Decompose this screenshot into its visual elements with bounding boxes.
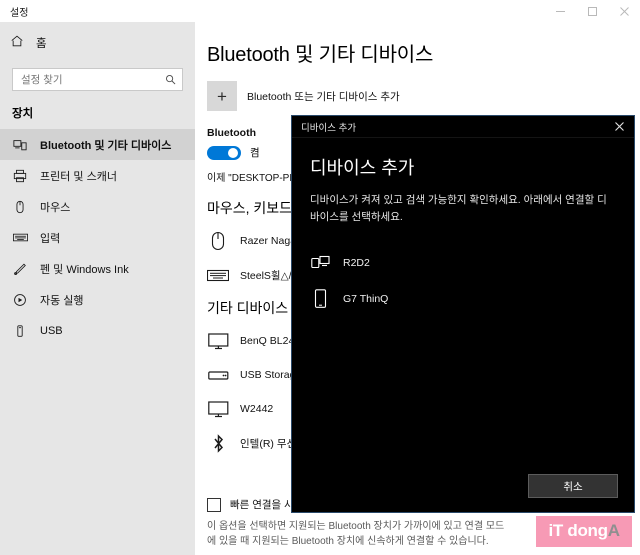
sidebar-item-label: Bluetooth 및 기타 디바이스 [40, 139, 172, 152]
dialog-body: 디바이스 추가 디바이스가 켜져 있고 검색 가능한지 확인하세요. 아래에서 … [292, 138, 634, 474]
sidebar-item-usb[interactable]: USB [0, 315, 195, 346]
sidebar-nav-list: Bluetooth 및 기타 디바이스 프린터 및 스캐너 마우스 입력 펜 및… [0, 129, 195, 346]
window-body: 홈 장치 [0, 22, 640, 555]
dialog-device-name: R2D2 [343, 256, 370, 269]
dialog-device-item-g7-thinq[interactable]: G7 ThinQ [310, 281, 616, 317]
window-titlebar: 설정 [0, 0, 640, 22]
sidebar-item-label: 입력 [40, 232, 61, 245]
cancel-button[interactable]: 취소 [528, 474, 618, 498]
phone-icon [310, 289, 330, 308]
device-name: Razer Naga [240, 235, 297, 247]
sidebar: 홈 장치 [0, 22, 195, 555]
dialog-description: 디바이스가 켜져 있고 검색 가능한지 확인하세요. 아래에서 연결할 디바이스… [310, 194, 607, 224]
toggle-knob [228, 147, 238, 158]
sidebar-item-printers[interactable]: 프린터 및 스캐너 [0, 160, 195, 191]
usb-icon [12, 324, 28, 338]
monitor-icon [207, 332, 229, 350]
page-title: Bluetooth 및 기타 디바이스 [207, 44, 434, 66]
app-title: 설정 [10, 7, 29, 19]
search-box[interactable] [12, 68, 183, 91]
mouse-icon [12, 200, 28, 214]
sidebar-item-label: 펜 및 Windows Ink [40, 263, 129, 276]
add-device-button[interactable]: + Bluetooth 또는 기타 디바이스 추가 [207, 81, 640, 111]
dialog-titlebar: 디바이스 추가 [292, 116, 634, 138]
minimize-icon[interactable] [544, 0, 576, 22]
sidebar-item-typing[interactable]: 입력 [0, 222, 195, 253]
autoplay-icon [12, 293, 28, 307]
bluetooth-icon [207, 433, 229, 453]
sidebar-item-label: USB [40, 324, 63, 337]
close-icon[interactable] [604, 116, 634, 137]
sidebar-item-label: 자동 실행 [40, 294, 84, 307]
sidebar-item-label: 프린터 및 스캐너 [40, 170, 117, 183]
search-input[interactable] [21, 73, 165, 86]
sidebar-item-autoplay[interactable]: 자동 실행 [0, 284, 195, 315]
display-device-icon [310, 255, 330, 270]
quick-connect-checkbox[interactable] [207, 497, 221, 512]
device-name: SteelS휠△/b [240, 269, 298, 282]
maximize-icon[interactable] [576, 0, 608, 22]
add-device-label: Bluetooth 또는 기타 디바이스 추가 [247, 90, 400, 103]
sidebar-item-bluetooth-devices[interactable]: Bluetooth 및 기타 디바이스 [0, 129, 195, 160]
sidebar-item-home[interactable]: 홈 [0, 28, 195, 58]
plus-icon: + [207, 81, 237, 111]
pen-icon [12, 262, 28, 276]
keyboard-icon [207, 269, 229, 282]
watermark-text: iT dong [548, 521, 608, 540]
usb-drive-icon [207, 370, 229, 381]
dialog-heading: 디바이스 추가 [310, 158, 415, 178]
monitor-icon [207, 400, 229, 418]
close-icon[interactable] [608, 0, 640, 22]
window-controls [544, 0, 640, 22]
device-name: 인텔(R) 무선 [240, 437, 297, 450]
sidebar-item-mouse[interactable]: 마우스 [0, 191, 195, 222]
dialog-device-item-r2d2[interactable]: R2D2 [310, 245, 616, 281]
home-icon [10, 34, 24, 53]
mouse-icon [207, 231, 229, 251]
add-device-dialog: 디바이스 추가 디바이스 추가 디바이스가 켜져 있고 검색 가능한지 확인하세… [291, 115, 635, 513]
printer-icon [12, 169, 28, 183]
bluetooth-toggle[interactable] [207, 145, 241, 160]
search-icon [165, 74, 176, 85]
settings-window: 설정 홈 설정 찾기 장치 Bluetooth 및 기타 디바이스 프린터 및 … [0, 0, 640, 555]
sidebar-item-pen-windows-ink[interactable]: 펜 및 Windows Ink [0, 253, 195, 284]
keyboard-icon [12, 232, 28, 243]
dialog-footer: 취소 [292, 474, 634, 512]
dialog-titlebar-text: 디바이스 추가 [301, 122, 357, 134]
watermark-accent: A [607, 521, 620, 540]
sidebar-home-label: 홈 [36, 38, 47, 50]
sidebar-item-label: 마우스 [40, 201, 71, 214]
device-name: W2442 [240, 403, 274, 415]
quick-connect-description: 이 옵션을 선택하면 지원되는 Bluetooth 장치가 가까이에 있고 연결… [207, 521, 505, 547]
bluetooth-devices-icon [12, 138, 28, 152]
watermark-logo: iT dong A [536, 516, 632, 547]
dialog-device-name: G7 ThinQ [343, 292, 389, 305]
sidebar-section-title: 장치 [12, 108, 34, 120]
bluetooth-toggle-state: 켬 [250, 147, 260, 159]
